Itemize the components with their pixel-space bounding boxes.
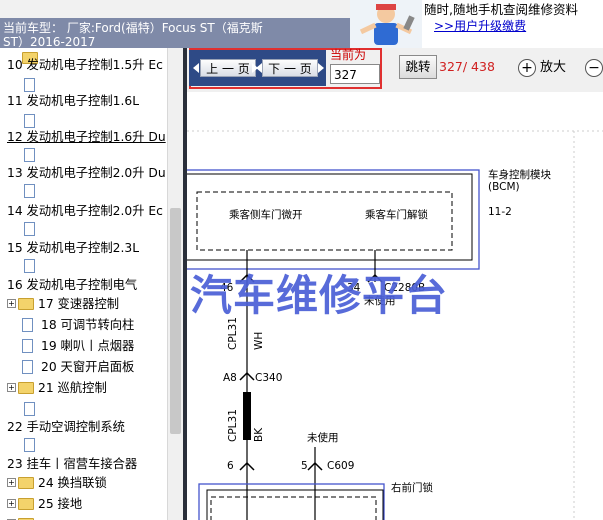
- door-lock-module-box: [198, 483, 385, 520]
- bcm-dashed-box: [196, 191, 453, 251]
- tree-item-20[interactable]: 20 天窗开启面板: [22, 357, 134, 377]
- header: 当前车型： 厂家:Ford(福特）Focus ST（福克斯 ST）2016-20…: [0, 0, 603, 48]
- jump-button[interactable]: 跳转: [399, 55, 437, 79]
- pin-a8: A8: [223, 372, 237, 384]
- tree-item-label: 15 发动机电子控制2.3L: [7, 241, 140, 255]
- door-lock-inner-box: [206, 489, 384, 520]
- folder-icon: [18, 497, 34, 510]
- wire-cpl31-lower-label: CPL31: [227, 409, 239, 442]
- mechanic-mascot-icon: [350, 0, 422, 48]
- tree-item-12[interactable]: 12 发动机电子控制1.6升 Du: [7, 127, 166, 147]
- tree-item-19[interactable]: 19 喇叭丨点烟器: [22, 336, 134, 356]
- document-icon: [22, 317, 33, 332]
- current-page-label: 当前为: [330, 48, 367, 62]
- expand-icon[interactable]: +: [7, 499, 16, 508]
- document-icon[interactable]: [24, 402, 35, 416]
- tree-item-label: 17 变速器控制: [38, 297, 120, 311]
- next-arrow-icon[interactable]: [318, 63, 324, 73]
- bcm-ref: 11-2: [488, 206, 512, 218]
- document-icon[interactable]: [24, 78, 35, 92]
- tree-item-24[interactable]: +24 换挡联锁: [7, 473, 107, 493]
- tree-item-label: 23 挂车丨宿营车接合器: [7, 457, 138, 471]
- tree-item-label: 13 发动机电子控制2.0升 Du: [7, 166, 166, 180]
- folder-icon: [18, 381, 34, 394]
- tree-item-23[interactable]: 23 挂车丨宿营车接合器: [7, 454, 137, 474]
- car-model-line1: 当前车型： 厂家:Ford(福特）Focus ST（福克斯: [3, 21, 263, 35]
- tree-item-label: 24 换挡联锁: [38, 476, 107, 490]
- folder-icon: [18, 297, 34, 310]
- prev-arrow-icon[interactable]: [193, 63, 199, 73]
- sidebar-tree: 10 发动机电子控制1.5升 Ec 11 发动机电子控制1.6L 12 发动机电…: [0, 48, 183, 520]
- document-icon[interactable]: [24, 114, 35, 128]
- page-number-input[interactable]: 327: [330, 64, 380, 84]
- car-model-line2: ST）2016-2017: [3, 36, 96, 48]
- document-icon[interactable]: [24, 438, 35, 452]
- pin-5: 5: [301, 460, 308, 472]
- tree-item-18[interactable]: 18 可调节转向柱: [22, 315, 134, 335]
- tree-item-label: 25 接地: [38, 497, 83, 511]
- tree-item-17[interactable]: +17 变速器控制: [7, 294, 119, 314]
- tree-item-15[interactable]: 15 发动机电子控制2.3L: [7, 238, 139, 258]
- tree-item-21[interactable]: +21 巡航控制: [7, 378, 107, 398]
- tree-item-label: 12 发动机电子控制1.6升 Du: [7, 130, 166, 144]
- tree-item-10[interactable]: 10 发动机电子控制1.5升 Ec: [7, 55, 163, 75]
- pin-6: 6: [227, 460, 234, 472]
- zoom-in-icon[interactable]: +: [518, 59, 536, 77]
- watermark: 汽车维修平台: [190, 271, 449, 320]
- prev-page-button[interactable]: 上 一 页: [200, 59, 256, 77]
- tree-item-11[interactable]: 11 发动机电子控制1.6L: [7, 91, 139, 111]
- tree-item-label: 14 发动机电子控制2.0升 Ec: [7, 204, 163, 218]
- wire-wh-label: WH: [253, 331, 265, 350]
- document-icon[interactable]: [24, 184, 35, 198]
- document-icon: [22, 338, 33, 353]
- expand-icon[interactable]: +: [7, 478, 16, 487]
- wire-bk-label: BK: [253, 427, 265, 442]
- tree-item-partial[interactable]: +: [7, 514, 38, 520]
- document-icon[interactable]: [24, 148, 35, 162]
- bcm-title: 车身控制模块: [488, 169, 551, 181]
- tree-item-label: 16 发动机电子控制电气: [7, 278, 138, 292]
- zoom-out-icon[interactable]: −: [585, 59, 603, 77]
- unused-label-2: 未使用: [307, 432, 339, 444]
- tree-item-label: 22 手动空调控制系统: [7, 420, 125, 434]
- zoom-in-label[interactable]: 放大: [540, 60, 566, 76]
- expand-icon[interactable]: +: [7, 299, 16, 308]
- tree-item-label: 21 巡航控制: [38, 381, 107, 395]
- scrollbar-thumb[interactable]: [170, 208, 181, 434]
- promo-text: 随时,随地手机查阅维修资料: [424, 2, 578, 17]
- tree-item-label: 10 发动机电子控制1.5升 Ec: [7, 58, 163, 72]
- document-icon: [22, 359, 33, 374]
- connector-c340: C340: [255, 372, 283, 384]
- tree-item-label: 20 天窗开启面板: [41, 360, 135, 374]
- wire-bk-segment: [243, 392, 251, 440]
- next-page-button[interactable]: 下 一 页: [262, 59, 318, 77]
- tree-item-label: 11 发动机电子控制1.6L: [7, 94, 140, 108]
- tree-item-16[interactable]: 16 发动机电子控制电气: [7, 275, 137, 295]
- tree-item-label: 18 可调节转向柱: [41, 318, 135, 332]
- promo-panel: 随时,随地手机查阅维修资料 >>用户升级缴费: [424, 2, 603, 34]
- door-ajar-label: 乘客侧车门微开: [229, 209, 303, 221]
- document-icon[interactable]: [24, 259, 35, 273]
- upgrade-link[interactable]: >>用户升级缴费: [424, 18, 603, 34]
- door-lock-dashed-box: [210, 496, 377, 520]
- connector-c609: C609: [327, 460, 355, 472]
- tree-item-25[interactable]: +25 接地: [7, 494, 82, 514]
- tree-item-label: 19 喇叭丨点烟器: [41, 339, 135, 353]
- expand-icon[interactable]: +: [7, 383, 16, 392]
- bcm-abbr: (BCM): [488, 181, 520, 193]
- tree-item-13[interactable]: 13 发动机电子控制2.0升 Du: [7, 163, 166, 183]
- tree-item-22[interactable]: 22 手动空调控制系统: [7, 417, 125, 437]
- folder-icon: [18, 476, 34, 489]
- document-icon[interactable]: [24, 222, 35, 236]
- front-door-lock-label: 右前门锁: [391, 482, 433, 494]
- tree-item-14[interactable]: 14 发动机电子控制2.0升 Ec: [7, 201, 163, 221]
- page-count: 327/ 438: [439, 59, 495, 74]
- door-unlock-label: 乘客车门解锁: [365, 209, 428, 221]
- car-model-title: 当前车型： 厂家:Ford(福特）Focus ST（福克斯 ST）2016-20…: [0, 0, 350, 48]
